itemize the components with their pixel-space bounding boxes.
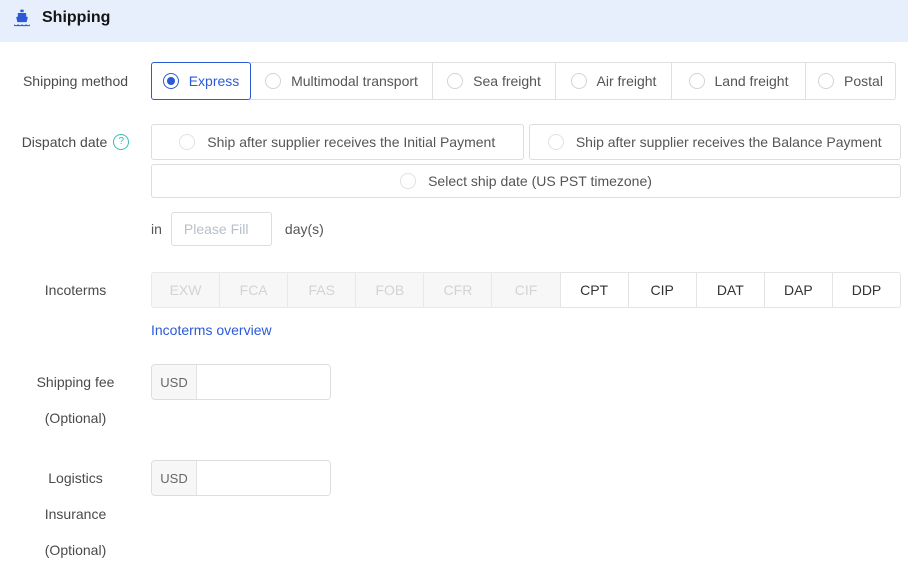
- shipping-fee-optional-label: (Optional): [0, 400, 151, 436]
- incoterm-fob: FOB: [355, 272, 424, 308]
- shipping-fee-label: Shipping fee: [0, 364, 151, 400]
- days-suffix-label: day(s): [285, 221, 324, 237]
- option-label: Select ship date (US PST timezone): [428, 173, 652, 189]
- dispatch-option-initial-payment[interactable]: Ship after supplier receives the Initial…: [151, 124, 524, 160]
- incoterms-label: Incoterms: [0, 272, 151, 308]
- shipping-method-options: Express Multimodal transport Sea freight…: [151, 62, 901, 100]
- shipping-fee-input[interactable]: [197, 365, 330, 399]
- shipping-fee-input-group: USD: [151, 364, 331, 400]
- incoterms-options: EXW FCA FAS FOB CFR CIF CPT CIP DAT DAP …: [151, 272, 901, 308]
- option-label: Express: [189, 73, 240, 89]
- logistics-insurance-input[interactable]: [197, 461, 330, 495]
- dispatch-date-label-cell: Dispatch date ?: [0, 124, 151, 160]
- shipping-method-option-land-freight[interactable]: Land freight: [671, 62, 806, 100]
- option-label: Multimodal transport: [291, 73, 418, 89]
- shipping-form: Shipping method Express Multimodal trans…: [0, 42, 908, 568]
- option-label: Land freight: [715, 73, 789, 89]
- section-title: Shipping: [42, 8, 110, 28]
- option-label: Postal: [844, 73, 883, 89]
- option-label: Sea freight: [473, 73, 541, 89]
- shipping-fee-row: Shipping fee (Optional) USD: [0, 364, 901, 436]
- shipping-method-option-postal[interactable]: Postal: [805, 62, 896, 100]
- help-question-icon[interactable]: ?: [113, 134, 129, 150]
- incoterm-cif: CIF: [491, 272, 560, 308]
- logistics-label: Logistics: [0, 460, 151, 496]
- option-label: Ship after supplier receives the Initial…: [207, 134, 495, 150]
- dispatch-days-row: in day(s): [151, 212, 901, 246]
- incoterm-ddp[interactable]: DDP: [832, 272, 901, 308]
- radio-icon: [265, 73, 281, 89]
- radio-icon: [689, 73, 705, 89]
- incoterm-cip[interactable]: CIP: [628, 272, 697, 308]
- incoterm-dat[interactable]: DAT: [696, 272, 765, 308]
- logistics-optional-label: (Optional): [0, 532, 151, 568]
- radio-icon: [818, 73, 834, 89]
- radio-icon: [400, 173, 416, 189]
- days-input[interactable]: [171, 212, 272, 246]
- dispatch-options-pair: Ship after supplier receives the Initial…: [151, 124, 901, 160]
- logistics-insurance-row: Logistics Insurance (Optional) USD: [0, 460, 901, 568]
- dispatch-option-balance-payment[interactable]: Ship after supplier receives the Balance…: [529, 124, 902, 160]
- shipping-fee-label-cell: Shipping fee (Optional): [0, 364, 151, 436]
- logistics-insurance-input-group: USD: [151, 460, 331, 496]
- dispatch-date-label: Dispatch date: [22, 124, 108, 160]
- shipping-method-label: Shipping method: [0, 62, 151, 100]
- radio-checked-icon: [163, 73, 179, 89]
- radio-icon: [447, 73, 463, 89]
- option-label: Air freight: [597, 73, 657, 89]
- incoterm-exw: EXW: [151, 272, 220, 308]
- incoterm-fas: FAS: [287, 272, 356, 308]
- days-prefix-label: in: [151, 221, 162, 237]
- currency-prefix-usd: USD: [152, 461, 197, 495]
- incoterm-dap[interactable]: DAP: [764, 272, 833, 308]
- shipping-method-option-air-freight[interactable]: Air freight: [555, 62, 672, 100]
- insurance-label: Insurance: [0, 496, 151, 532]
- logistics-insurance-label-cell: Logistics Insurance (Optional): [0, 460, 151, 568]
- section-header: Shipping: [0, 0, 908, 42]
- incoterm-cfr: CFR: [423, 272, 492, 308]
- incoterm-fca: FCA: [219, 272, 288, 308]
- shipping-method-option-sea-freight[interactable]: Sea freight: [432, 62, 556, 100]
- shipping-method-option-multimodal[interactable]: Multimodal transport: [250, 62, 433, 100]
- dispatch-option-select-ship-date[interactable]: Select ship date (US PST timezone): [151, 164, 901, 198]
- radio-icon: [571, 73, 587, 89]
- dispatch-date-row: Dispatch date ? Ship after supplier rece…: [0, 124, 901, 246]
- incoterms-overview-link[interactable]: Incoterms overview: [151, 322, 272, 338]
- shipping-method-option-express[interactable]: Express: [151, 62, 251, 100]
- option-label: Ship after supplier receives the Balance…: [576, 134, 882, 150]
- shipping-method-row: Shipping method Express Multimodal trans…: [0, 62, 901, 100]
- incoterm-cpt[interactable]: CPT: [560, 272, 629, 308]
- currency-prefix-usd: USD: [152, 365, 197, 399]
- incoterms-row: Incoterms EXW FCA FAS FOB CFR CIF CPT CI…: [0, 272, 901, 338]
- radio-icon: [548, 134, 564, 150]
- radio-icon: [179, 134, 195, 150]
- ship-icon: [12, 8, 32, 28]
